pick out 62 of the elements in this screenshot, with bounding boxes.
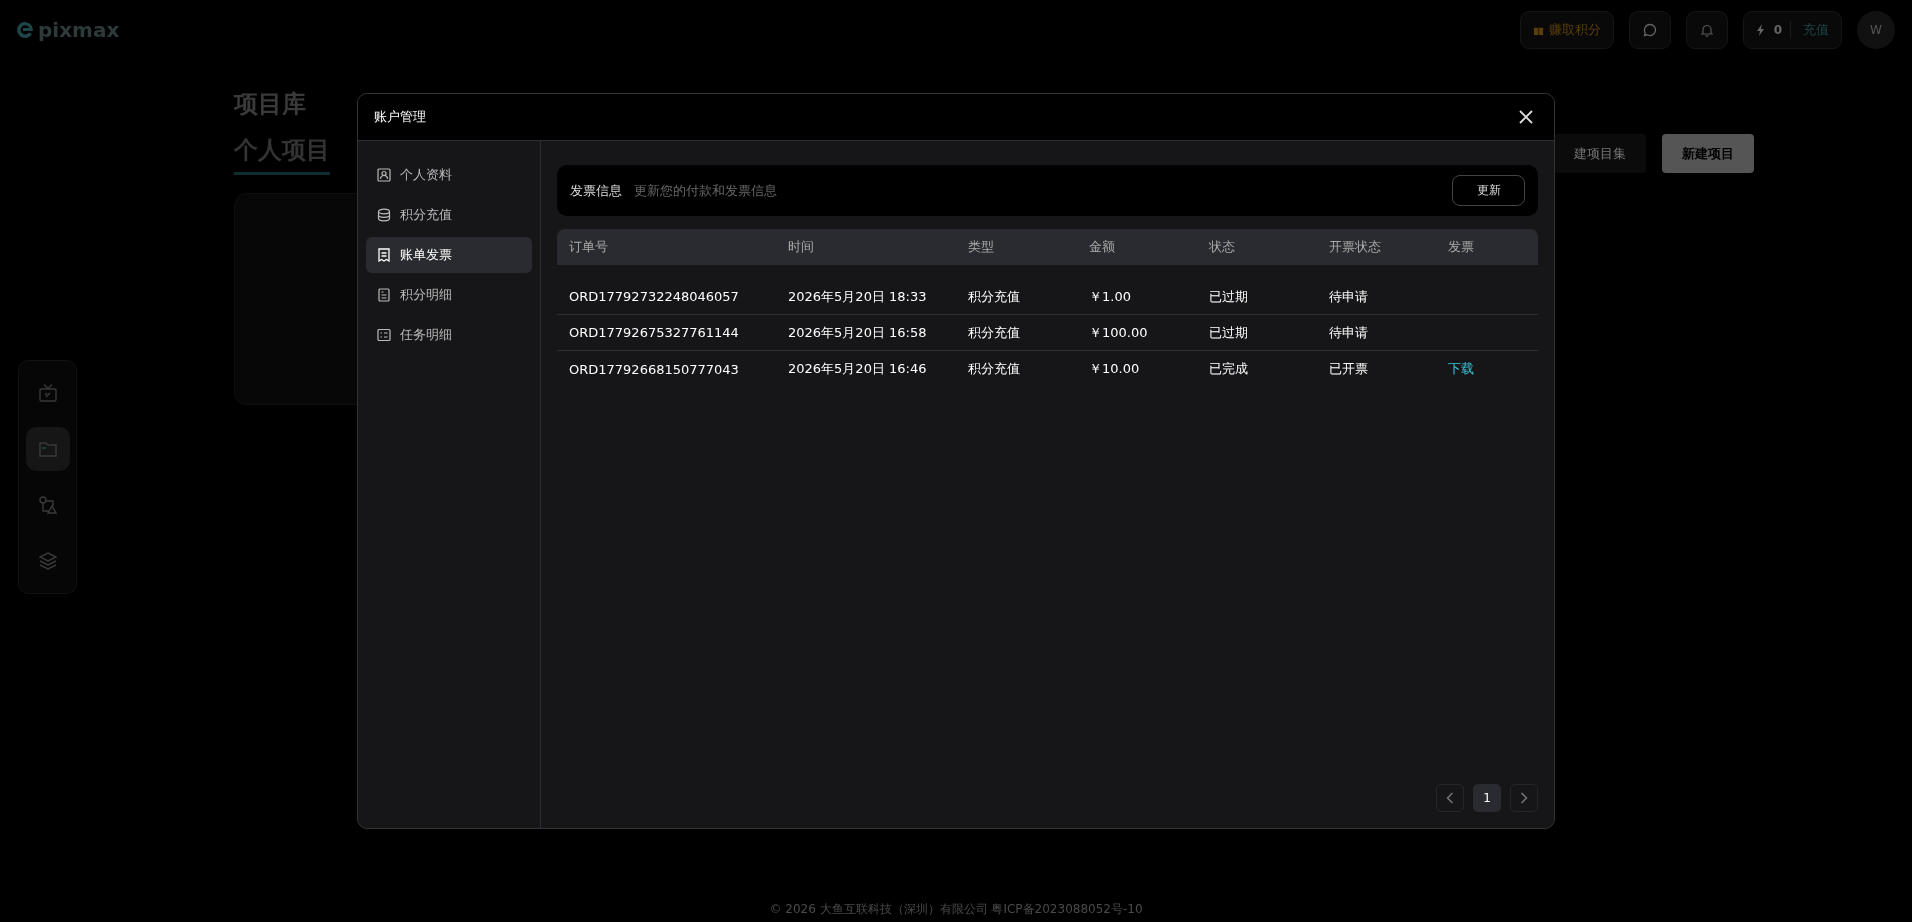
table-cell-text: 待申请: [1329, 287, 1369, 306]
chevron-left-icon: [1446, 792, 1454, 804]
page-button[interactable]: 1: [1473, 784, 1501, 812]
table-cell-text: 积分充值: [968, 323, 1021, 342]
column-header: 状态: [1209, 238, 1236, 256]
nav-item[interactable]: 积分明细: [366, 277, 532, 313]
credits-count: 0: [1773, 23, 1782, 37]
table-cell-text: ORD17792675327761144: [569, 325, 740, 340]
next-page-button[interactable]: [1510, 784, 1538, 812]
table-cell-text: 积分充值: [968, 360, 1021, 378]
nav-item[interactable]: 账单发票: [366, 237, 532, 273]
shapes-icon: [37, 495, 58, 515]
table-cell-text: ￥1.00: [1089, 287, 1132, 306]
table-cell-text: 已开票: [1329, 360, 1369, 378]
coins-icon: [377, 208, 391, 222]
checklist-icon: [377, 328, 391, 342]
column-header: 订单号: [569, 238, 609, 256]
close-icon: [1519, 110, 1533, 124]
dialog-title: 账户管理: [374, 108, 426, 126]
folder-icon: [37, 439, 58, 459]
table-cell-text: 已过期: [1209, 323, 1249, 342]
chat-icon: [1642, 23, 1657, 37]
previous-page-button[interactable]: [1436, 784, 1464, 812]
receipt-icon: [377, 248, 391, 262]
table-cell-text: 已过期: [1209, 287, 1249, 306]
table-cell-text: ORD17792668150777043: [569, 361, 740, 377]
chat-button[interactable]: [1628, 11, 1671, 49]
bell-icon: [1699, 23, 1714, 37]
download-link[interactable]: 下载: [1448, 361, 1474, 376]
tv-icon: [37, 383, 58, 403]
profile-icon: [377, 168, 391, 182]
table-cell-text: 2026年5月20日 18:33: [788, 287, 928, 306]
update-button[interactable]: 更新: [1452, 175, 1525, 206]
table-cell-text: ORD17792732248046057: [569, 289, 740, 304]
column-header: 发票: [1448, 238, 1475, 256]
table-cell-text: 已完成: [1209, 360, 1249, 378]
column-header: 时间: [788, 238, 815, 256]
action-button[interactable]: 建项目集: [1554, 134, 1646, 173]
column-header: 开票状态: [1329, 238, 1382, 256]
table-cell-text: 积分充值: [968, 287, 1021, 306]
table-cell-text: 待申请: [1329, 323, 1369, 342]
chevron-right-icon: [1520, 792, 1528, 804]
notifications-button[interactable]: [1685, 11, 1728, 49]
logo-text: pixmax: [38, 18, 120, 42]
logo-icon: [15, 20, 35, 40]
table-cell-text: 2026年5月20日 16:46: [788, 360, 928, 378]
invoice-title: 发票信息: [570, 181, 622, 200]
rail-button[interactable]: [25, 427, 70, 471]
layers-icon: [37, 551, 58, 571]
table-cell-text: 2026年5月20日 16:58: [788, 323, 928, 342]
column-header: 类型: [968, 238, 995, 256]
invoice-description: 更新您的付款和发票信息: [634, 181, 778, 200]
nav-item[interactable]: 个人资料: [366, 157, 532, 193]
lightning-icon: [1755, 24, 1766, 36]
nav-item[interactable]: 任务明细: [366, 317, 532, 353]
footer-text: © 2026 大鱼互联科技（深圳）有限公司 粤ICP备2023088052号-10: [768, 901, 1144, 918]
document-icon: [377, 288, 391, 302]
table-cell-text: ￥100.00: [1089, 323, 1149, 342]
nav-item[interactable]: 积分充值: [366, 197, 532, 233]
table-cell-text: ￥10.00: [1089, 360, 1141, 378]
page-title: 项目库: [234, 89, 306, 120]
column-header: 金额: [1089, 238, 1116, 256]
